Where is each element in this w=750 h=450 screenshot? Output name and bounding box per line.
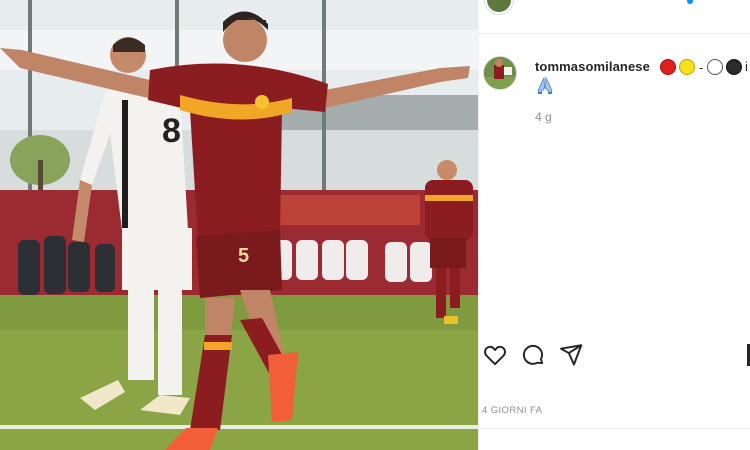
- football-celebration-image: 8 5: [0, 0, 478, 450]
- heart-icon: [484, 345, 506, 366]
- paper-plane-icon: [560, 344, 583, 366]
- like-button[interactable]: [482, 342, 508, 368]
- add-comment-bar: [479, 428, 750, 450]
- yellow-circle-icon: [679, 59, 695, 75]
- opponent-number: 8: [162, 112, 181, 150]
- instagram-post-window: 8 5 tommasomilanese - i 4 g 4 GIORNI FA: [0, 0, 750, 450]
- caption-trailing-text: i: [745, 59, 748, 74]
- post-photo[interactable]: 8 5: [0, 0, 478, 450]
- caption-dash: -: [699, 59, 704, 75]
- folded-hands-icon: [537, 76, 553, 94]
- header-avatar[interactable]: [485, 0, 513, 14]
- caption-emojis: -: [660, 58, 743, 76]
- username-link[interactable]: tommasomilanese: [535, 59, 650, 74]
- comment-icon: [522, 344, 544, 365]
- share-button[interactable]: [558, 342, 584, 368]
- player-number: 5: [238, 245, 249, 267]
- post-actions: [479, 340, 750, 370]
- comment-button[interactable]: [520, 342, 546, 368]
- post-timestamp[interactable]: 4 GIORNI FA: [482, 405, 542, 416]
- white-circle-icon: [707, 59, 724, 75]
- black-circle-icon: [726, 59, 743, 75]
- avatar-image: [484, 57, 516, 89]
- post-header: [479, 0, 750, 34]
- follow-indicator: [687, 0, 693, 4]
- comment-timestamp[interactable]: 4 g: [535, 110, 552, 124]
- red-circle-icon: [660, 59, 676, 75]
- post-side-panel: tommasomilanese - i 4 g 4 GIORNI FA: [478, 0, 750, 450]
- avatar[interactable]: [483, 56, 517, 90]
